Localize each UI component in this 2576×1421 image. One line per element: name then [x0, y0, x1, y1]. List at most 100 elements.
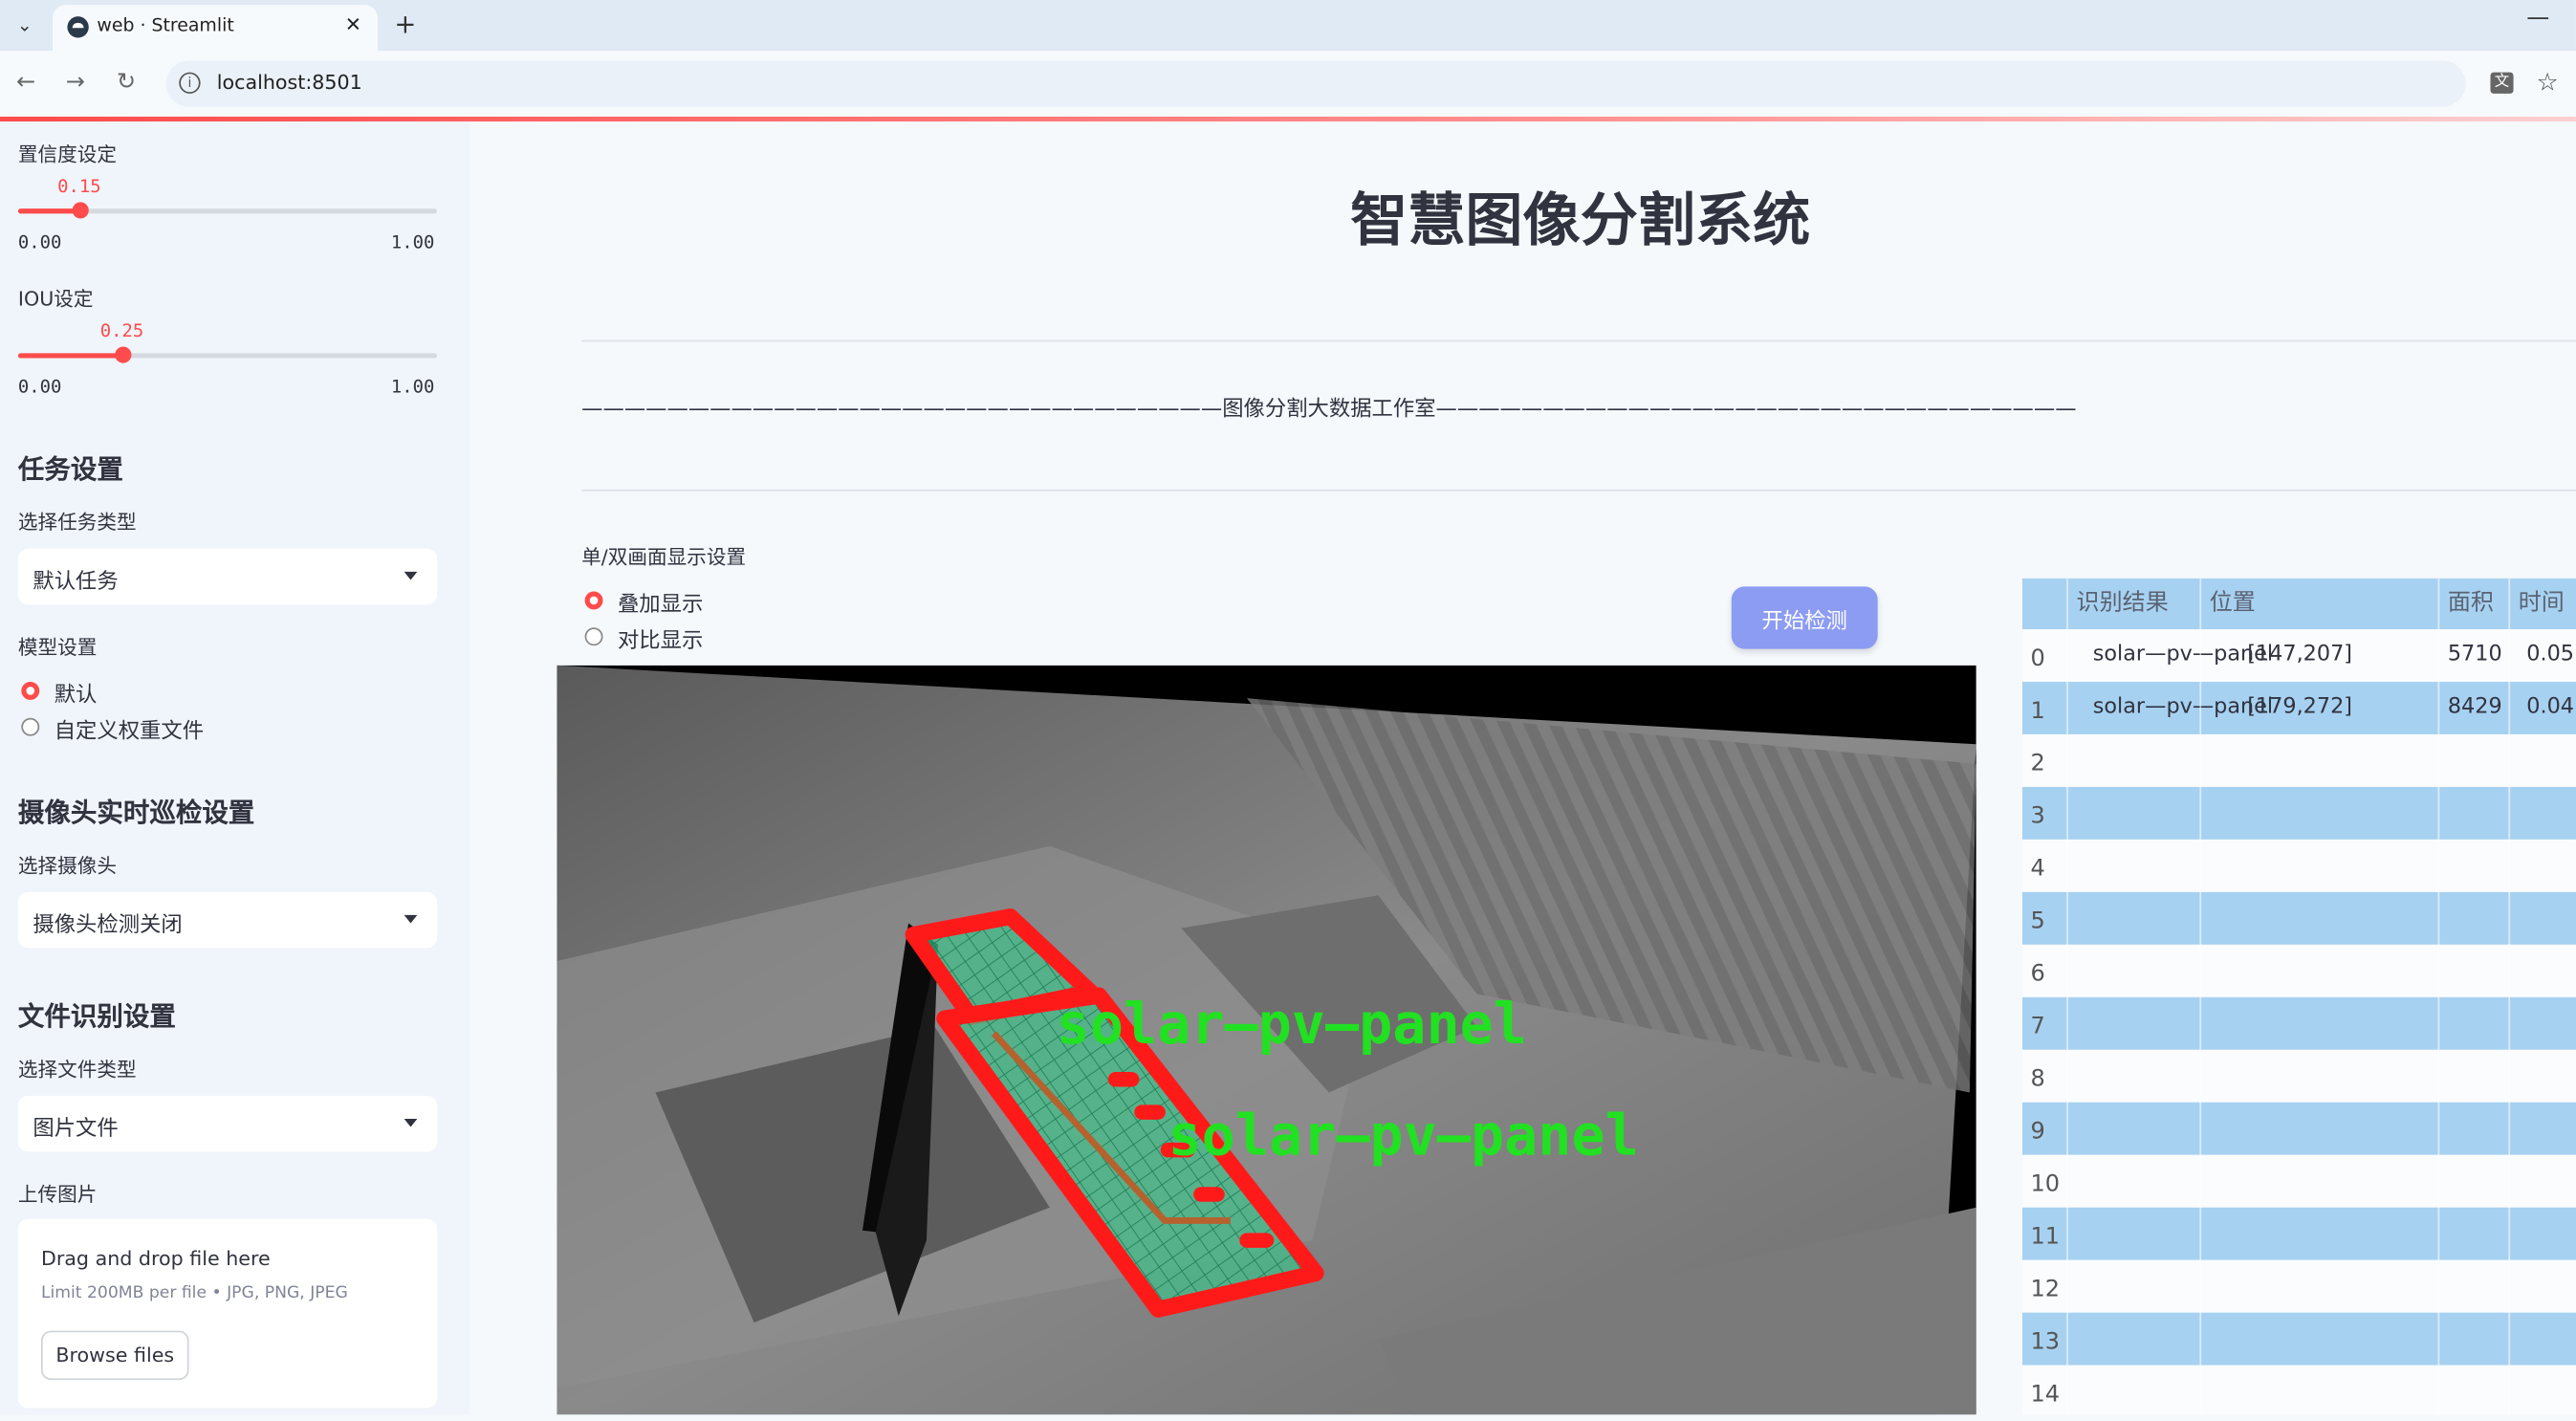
dropzone-instructions: Drag and drop file here	[40, 1246, 271, 1271]
table-row[interactable]: 14	[2021, 1365, 2576, 1415]
bookmark-star-icon[interactable]: ☆	[2537, 67, 2559, 97]
cell-position: [179,272]	[2247, 694, 2353, 720]
row-index: 5	[2030, 908, 2045, 935]
col-header-position[interactable]: 位置	[2210, 579, 2256, 629]
tab-title: web · Streamlit	[97, 14, 234, 36]
file-type-value: 图片文件	[33, 1117, 119, 1143]
table-row[interactable]: 7	[2021, 996, 2576, 1050]
table-row[interactable]: 5	[2021, 891, 2576, 945]
start-detection-button[interactable]: 开始检测	[1731, 586, 1878, 649]
dropzone-limits: Limit 200MB per file • JPG, PNG, JPEG	[40, 1284, 348, 1303]
sidebar: 置信度设定 0.15 0.00 1.00 IOU设定 0.25 0.00 1.0…	[0, 121, 470, 1415]
task-type-value: 默认任务	[33, 570, 119, 595]
column-divider	[2066, 578, 2068, 1415]
task-type-label: 选择任务类型	[17, 511, 137, 535]
display-mode-label: 单/双画面显示设置	[581, 545, 747, 569]
cell-result: solar—pv—panel	[2092, 694, 2274, 720]
iou-min: 0.00	[17, 376, 62, 398]
divider	[581, 489, 2576, 492]
model-radio-custom[interactable]	[21, 717, 40, 736]
cell-time: 0.04	[2526, 694, 2575, 720]
confidence-slider[interactable]	[17, 202, 437, 219]
table-row[interactable]: 12	[2021, 1259, 2576, 1313]
segmentation-result-image: solar—pv—panel solar—pv—panel	[557, 665, 1976, 1415]
close-tab-icon[interactable]: ✕	[345, 13, 361, 36]
browse-files-button[interactable]: Browse files	[40, 1330, 189, 1381]
table-row[interactable]: 8	[2021, 1049, 2576, 1103]
table-row[interactable]: 13	[2021, 1312, 2576, 1366]
col-header-time[interactable]: 时间	[2519, 579, 2565, 629]
page-title: 智慧图像分割系统	[1350, 188, 1811, 255]
row-index: 12	[2030, 1276, 2061, 1303]
results-table[interactable]: 识别结果 位置 面积 时间 0 solar—pv—panel [147,207]…	[2021, 578, 2576, 1415]
translate-icon[interactable]: 文	[2490, 72, 2514, 94]
table-row[interactable]: 2	[2021, 733, 2576, 787]
display-radio-compare[interactable]	[584, 627, 603, 646]
browser-toolbar: ← → ↻ i localhost:8501 文 ☆	[0, 51, 2576, 117]
file-dropzone[interactable]: Drag and drop file here Limit 200MB per …	[17, 1218, 437, 1409]
browser-tab[interactable]: web · Streamlit ✕	[52, 5, 379, 52]
cell-area: 5710	[2447, 642, 2502, 667]
chevron-down-icon	[404, 571, 418, 580]
row-index: 7	[2030, 1014, 2045, 1040]
iou-max: 1.00	[390, 376, 435, 398]
cell-result: solar—pv—panel	[2092, 642, 2274, 667]
model-radio-default[interactable]	[21, 681, 40, 700]
col-header-result[interactable]: 识别结果	[2077, 579, 2169, 629]
address-bar[interactable]: i localhost:8501	[165, 60, 2466, 107]
row-index: 3	[2030, 803, 2045, 830]
chevron-down-icon	[404, 914, 418, 924]
confidence-value: 0.15	[57, 175, 101, 198]
cell-area: 8429	[2447, 694, 2502, 720]
model-option-default[interactable]: 默认	[55, 677, 98, 709]
cell-time: 0.05	[2526, 642, 2575, 667]
browser-tab-bar: ⌄ web · Streamlit ✕ + —	[0, 0, 2576, 52]
iou-slider[interactable]	[17, 346, 437, 363]
table-row[interactable]: 0 solar—pv—panel [147,207] 5710 0.05	[2021, 628, 2576, 682]
row-index: 14	[2030, 1381, 2061, 1409]
model-label: 模型设置	[17, 635, 98, 659]
task-section-heading: 任务设置	[17, 453, 123, 485]
table-row[interactable]: 3	[2021, 786, 2576, 840]
table-row[interactable]: 9	[2021, 1102, 2576, 1155]
url-text[interactable]: localhost:8501	[217, 71, 362, 94]
row-index: 10	[2030, 1170, 2061, 1198]
streamlit-favicon-icon	[67, 16, 89, 38]
new-tab-icon[interactable]: +	[394, 9, 416, 40]
iou-slider-thumb[interactable]	[115, 346, 132, 363]
divider	[581, 339, 2576, 342]
column-divider	[2508, 578, 2511, 1415]
camera-section-heading: 摄像头实时巡检设置	[17, 797, 255, 828]
iou-label: IOU设定	[17, 287, 94, 311]
reload-icon[interactable]: ↻	[117, 69, 136, 95]
row-index: 11	[2030, 1223, 2061, 1251]
iou-value: 0.25	[99, 320, 144, 342]
table-row[interactable]: 11	[2021, 1207, 2576, 1260]
display-option-overlay[interactable]: 叠加显示	[618, 586, 703, 618]
table-row[interactable]: 10	[2021, 1154, 2576, 1208]
file-type-select[interactable]: 图片文件	[17, 1095, 437, 1152]
forward-arrow-icon[interactable]: →	[66, 69, 85, 95]
camera-label: 选择摄像头	[17, 854, 118, 878]
site-info-icon[interactable]: i	[179, 72, 201, 94]
table-row[interactable]: 4	[2021, 839, 2576, 892]
back-arrow-icon[interactable]: ←	[16, 69, 35, 95]
iou-slider-fill	[17, 353, 123, 359]
tab-list-chevron-icon[interactable]: ⌄	[7, 9, 43, 41]
file-section-heading: 文件识别设置	[17, 1000, 176, 1032]
row-index: 8	[2030, 1065, 2045, 1093]
confidence-slider-thumb[interactable]	[72, 202, 89, 219]
minimize-window-icon[interactable]: —	[2526, 5, 2549, 31]
row-index: 6	[2030, 961, 2045, 988]
display-option-compare[interactable]: 对比显示	[618, 623, 703, 654]
task-type-select[interactable]: 默认任务	[17, 548, 437, 605]
row-index: 13	[2030, 1328, 2061, 1356]
table-row[interactable]: 6	[2021, 944, 2576, 997]
camera-select[interactable]: 摄像头检测关闭	[17, 891, 437, 949]
display-radio-overlay[interactable]	[584, 591, 603, 610]
table-row[interactable]: 1 solar—pv—panel [179,272] 8429 0.04	[2021, 681, 2576, 734]
col-header-area[interactable]: 面积	[2448, 579, 2494, 629]
model-option-custom[interactable]: 自定义权重文件	[55, 713, 204, 744]
column-divider	[2437, 578, 2440, 1415]
main-content: 智慧图像分割系统 ——————————————————————————————图…	[469, 121, 2576, 1415]
